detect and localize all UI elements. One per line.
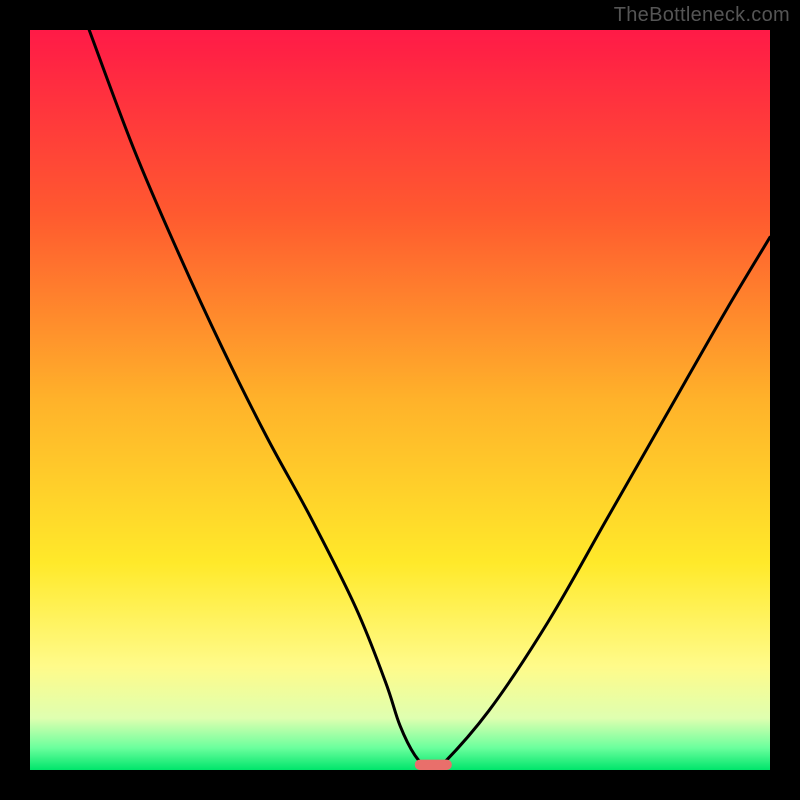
chart-frame: TheBottleneck.com — [0, 0, 800, 800]
chart-svg — [30, 30, 770, 770]
gradient-background — [30, 30, 770, 770]
optimal-range-marker — [415, 760, 452, 770]
watermark-text: TheBottleneck.com — [614, 4, 790, 27]
plot-area — [30, 30, 770, 770]
